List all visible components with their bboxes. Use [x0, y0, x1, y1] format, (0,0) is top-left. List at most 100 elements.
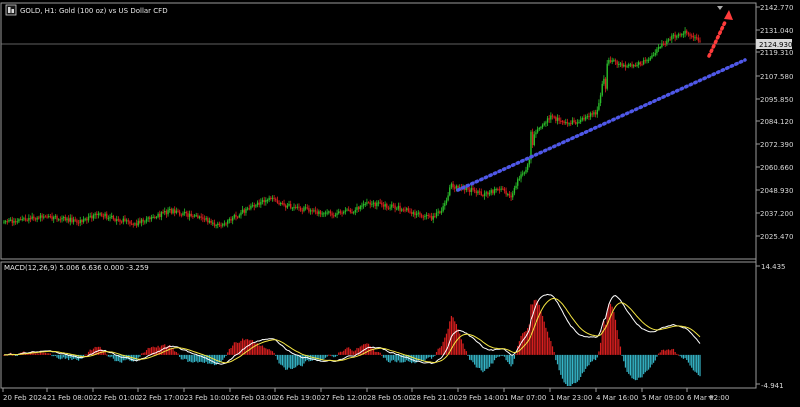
macd-histogram-bar: [599, 342, 602, 355]
macd-histogram-bar: [487, 354, 489, 369]
candle-body: [164, 211, 166, 213]
candle-body: [641, 64, 643, 66]
candle-body: [543, 123, 545, 125]
time-tick-label: 1 Mar 23:00: [550, 394, 592, 402]
macd-histogram-bar: [452, 317, 454, 355]
candle-body: [671, 35, 673, 40]
candle-body: [120, 221, 123, 223]
time-tick-label: 28 Feb 05:00: [367, 394, 413, 402]
macd-histogram-bar: [467, 354, 469, 356]
candle-body: [578, 122, 580, 124]
candle-body: [589, 113, 592, 117]
time-tick-label: 26 Feb 19:00: [275, 394, 321, 402]
candle-body: [198, 216, 201, 218]
macd-histogram-bar: [543, 321, 545, 355]
time-tick-label: 28 Feb 21:00: [412, 394, 458, 402]
macd-histogram-bar: [394, 354, 396, 362]
chart-canvas[interactable]: GOLD, H1: Gold (100 oz) vs US Dollar CFD…: [0, 0, 800, 407]
macd-histogram-bar: [649, 354, 651, 368]
candle-body: [525, 169, 527, 173]
time-tick-label: 1 Mar 07:00: [504, 394, 546, 402]
candle-body: [657, 47, 660, 50]
candle-body: [394, 205, 396, 209]
candle-body: [482, 195, 484, 197]
candle-body: [114, 219, 116, 222]
candle-body: [591, 113, 593, 115]
candle-body: [316, 211, 318, 214]
candle-body: [571, 120, 574, 124]
macd-histogram-bar: [260, 345, 262, 355]
macd-histogram-bar: [621, 354, 623, 356]
candle-body: [207, 218, 209, 223]
macd-histogram-bar: [603, 320, 605, 355]
candle-body: [266, 199, 269, 201]
macd-histogram-bar: [293, 354, 295, 369]
macd-histogram-bar: [283, 354, 285, 368]
candle-body: [200, 216, 202, 218]
candle-body: [427, 214, 429, 216]
candle-body: [281, 202, 284, 204]
candle-body: [326, 212, 328, 214]
macd-histogram-bar: [437, 348, 439, 355]
candle-body: [261, 200, 264, 202]
candle-body: [477, 191, 479, 194]
macd-histogram-bar: [485, 354, 487, 369]
candle-body: [598, 103, 600, 110]
macd-histogram-bar: [192, 354, 194, 363]
macd-histogram-bar: [268, 349, 270, 355]
macd-histogram-bar: [664, 350, 666, 355]
candle-body: [575, 122, 577, 124]
candle-body: [57, 219, 60, 221]
candle-body: [563, 121, 565, 124]
macd-histogram-bar: [442, 341, 444, 355]
candle-body: [122, 218, 125, 222]
macd-histogram-bar: [220, 354, 222, 362]
candle-body: [203, 218, 206, 220]
candle-body: [637, 62, 640, 65]
candle-body: [603, 78, 605, 84]
candle-body: [412, 212, 415, 214]
candle-body: [498, 189, 501, 191]
candle-body: [233, 214, 236, 218]
macd-histogram-bar: [59, 354, 61, 360]
candle-body: [26, 220, 28, 222]
candle-body: [478, 191, 481, 193]
macd-histogram-bar: [145, 350, 148, 355]
candle-body: [288, 203, 290, 206]
macd-histogram-bar: [596, 354, 598, 358]
candle-body: [354, 209, 357, 213]
candle-body: [454, 187, 456, 189]
candle-body: [691, 35, 693, 37]
macd-histogram-bar: [469, 354, 471, 360]
macd-histogram-bar: [540, 310, 542, 355]
candle-body: [173, 209, 176, 213]
macd-histogram-bar: [541, 315, 544, 355]
candle-body: [36, 217, 38, 220]
macd-histogram-bar: [634, 354, 636, 381]
macd-label: MACD(12,26,9) 5.006 6.636 0.000 -3.259: [4, 264, 149, 272]
macd-histogram-bar: [187, 354, 189, 362]
scroll-marker[interactable]: [717, 6, 723, 10]
macd-histogram-bar: [155, 347, 158, 355]
macd-histogram-bar: [61, 354, 63, 359]
macd-histogram-bar: [624, 354, 627, 368]
candle-body: [533, 134, 535, 145]
macd-histogram-bar: [112, 354, 114, 359]
time-tick-label: 27 Feb 12:00: [321, 394, 367, 402]
candle-body: [29, 217, 32, 219]
macd-histogram-bar: [99, 346, 101, 355]
candle-body: [212, 222, 214, 224]
candle-body: [175, 210, 178, 213]
candle-body: [11, 219, 13, 223]
candle-body: [349, 209, 352, 213]
candle-body: [306, 207, 308, 209]
candle-body: [109, 217, 111, 219]
candle-body: [31, 216, 33, 219]
candle-body: [260, 201, 262, 205]
candle-body: [157, 213, 159, 217]
macd-histogram-bar: [667, 349, 670, 355]
candle-body: [328, 211, 330, 213]
macd-histogram-bar: [174, 351, 176, 355]
price-tick-label: 2084.120: [760, 118, 793, 126]
trend-arrow: [707, 10, 733, 58]
